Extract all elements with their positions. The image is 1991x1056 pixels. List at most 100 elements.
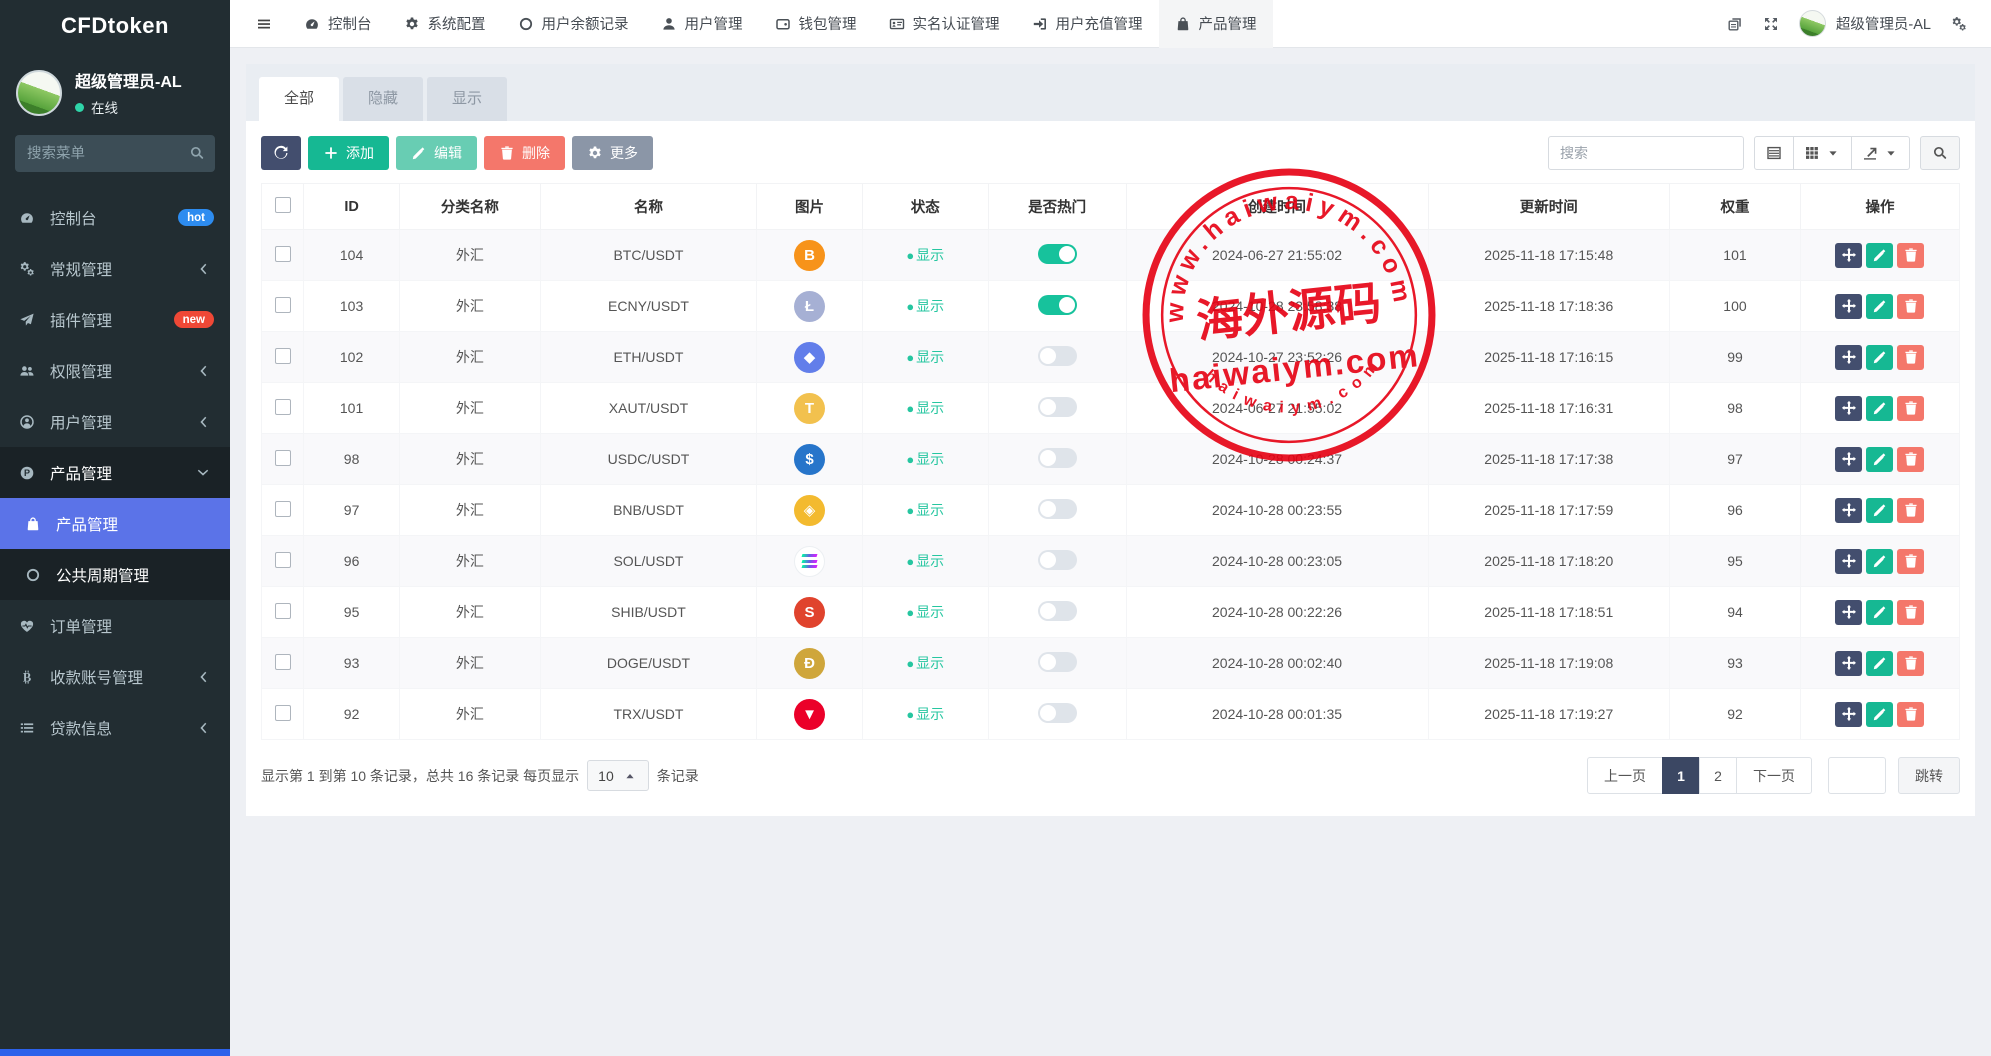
sidebar-item-accounts[interactable]: B收款账号管理 [0,651,230,702]
hot-toggle[interactable] [1038,346,1077,366]
delete-row-button[interactable] [1897,651,1924,676]
row-checkbox[interactable] [275,552,291,568]
topnav-item-balance[interactable]: 用户余额记录 [502,0,645,48]
add-button[interactable]: 添加 [308,136,389,170]
column-header[interactable]: 操作 [1800,184,1959,230]
topnav-item-users[interactable]: 用户管理 [645,0,759,48]
delete-row-button[interactable] [1897,396,1924,421]
move-row-button[interactable] [1835,447,1862,472]
move-row-button[interactable] [1835,549,1862,574]
tab-0[interactable]: 全部 [259,77,339,121]
prev-page-button[interactable]: 上一页 [1587,757,1663,794]
row-checkbox[interactable] [275,450,291,466]
topnav-item-sysconf[interactable]: 系统配置 [388,0,502,48]
row-checkbox[interactable] [275,654,291,670]
move-row-button[interactable] [1835,600,1862,625]
move-row-button[interactable] [1835,651,1862,676]
menu-toggle-icon[interactable] [240,0,288,48]
edit-row-button[interactable] [1866,294,1893,319]
jump-page-input[interactable] [1828,757,1886,794]
avatar[interactable] [1799,10,1826,37]
row-checkbox[interactable] [275,603,291,619]
detail-view-button[interactable] [1754,136,1794,170]
topnav-item-wallet[interactable]: 钱包管理 [759,0,873,48]
menu-search-input[interactable] [15,135,215,172]
hot-toggle[interactable] [1038,652,1077,672]
fullscreen-icon[interactable] [1763,16,1779,32]
edit-row-button[interactable] [1866,498,1893,523]
topnav-item-recharge[interactable]: 用户充值管理 [1016,0,1159,48]
page-number-button[interactable]: 2 [1699,757,1737,794]
edit-row-button[interactable] [1866,651,1893,676]
hot-toggle[interactable] [1038,550,1077,570]
page-number-button[interactable]: 1 [1662,757,1700,794]
sidebar-item-general[interactable]: 常规管理 [0,243,230,294]
move-row-button[interactable] [1835,294,1862,319]
column-header[interactable]: 图片 [757,184,863,230]
delete-row-button[interactable] [1897,549,1924,574]
table-search-input[interactable] [1548,136,1744,170]
hot-toggle[interactable] [1038,244,1077,264]
delete-row-button[interactable] [1897,345,1924,370]
edit-row-button[interactable] [1866,702,1893,727]
tab-1[interactable]: 隐藏 [343,77,423,121]
row-checkbox[interactable] [275,246,291,262]
sidebar-item-public-cycle[interactable]: 公共周期管理 [0,549,230,600]
sidebar-item-permission[interactable]: 权限管理 [0,345,230,396]
column-header[interactable]: 权重 [1670,184,1801,230]
row-checkbox[interactable] [275,399,291,415]
edit-row-button[interactable] [1866,345,1893,370]
select-all-checkbox[interactable] [275,197,291,213]
delete-row-button[interactable] [1897,447,1924,472]
edit-button[interactable]: 编辑 [396,136,477,170]
edit-row-button[interactable] [1866,243,1893,268]
move-row-button[interactable] [1835,243,1862,268]
app-logo[interactable]: CFDtoken [0,0,230,52]
topnav-item-kyc[interactable]: 实名认证管理 [873,0,1016,48]
column-header[interactable]: 名称 [540,184,756,230]
topnav-item-console[interactable]: 控制台 [288,0,388,48]
page-size-select[interactable]: 10 [587,760,649,791]
row-checkbox[interactable] [275,348,291,364]
row-checkbox[interactable] [275,297,291,313]
hot-toggle[interactable] [1038,703,1077,723]
delete-row-button[interactable] [1897,600,1924,625]
hot-toggle[interactable] [1038,499,1077,519]
row-checkbox[interactable] [275,705,291,721]
delete-row-button[interactable] [1897,243,1924,268]
sidebar-item-console[interactable]: 控制台hot [0,192,230,243]
delete-button[interactable]: 删除 [484,136,565,170]
sidebar-item-loans[interactable]: 贷款信息 [0,702,230,753]
column-header[interactable]: 创建时间 [1126,184,1428,230]
move-row-button[interactable] [1835,498,1862,523]
search-button[interactable] [1920,136,1960,170]
sidebar-item-product-list[interactable]: 产品管理 [0,498,230,549]
edit-row-button[interactable] [1866,447,1893,472]
column-header[interactable]: 分类名称 [399,184,540,230]
more-button[interactable]: 更多 [572,136,653,170]
move-row-button[interactable] [1835,396,1862,421]
edit-row-button[interactable] [1866,549,1893,574]
sidebar-item-users[interactable]: 用户管理 [0,396,230,447]
navbar-user-name[interactable]: 超级管理员-AL [1836,13,1931,34]
hot-toggle[interactable] [1038,448,1077,468]
refresh-button[interactable] [261,136,301,170]
sidebar-item-product[interactable]: P产品管理 [0,447,230,498]
hot-toggle[interactable] [1038,601,1077,621]
sidebar-item-orders[interactable]: 订单管理 [0,600,230,651]
next-page-button[interactable]: 下一页 [1736,757,1812,794]
tab-2[interactable]: 显示 [427,77,507,121]
hot-toggle[interactable] [1038,295,1077,315]
sidebar-item-plugin[interactable]: 插件管理new [0,294,230,345]
move-row-button[interactable] [1835,702,1862,727]
delete-row-button[interactable] [1897,294,1924,319]
export-button[interactable] [1851,136,1910,170]
delete-row-button[interactable] [1897,498,1924,523]
row-checkbox[interactable] [275,501,291,517]
avatar[interactable] [16,70,62,116]
column-header[interactable]: 更新时间 [1428,184,1670,230]
hot-toggle[interactable] [1038,397,1077,417]
column-header[interactable]: ID [304,184,400,230]
columns-button[interactable] [1793,136,1852,170]
topnav-item-product[interactable]: 产品管理 [1159,0,1273,48]
